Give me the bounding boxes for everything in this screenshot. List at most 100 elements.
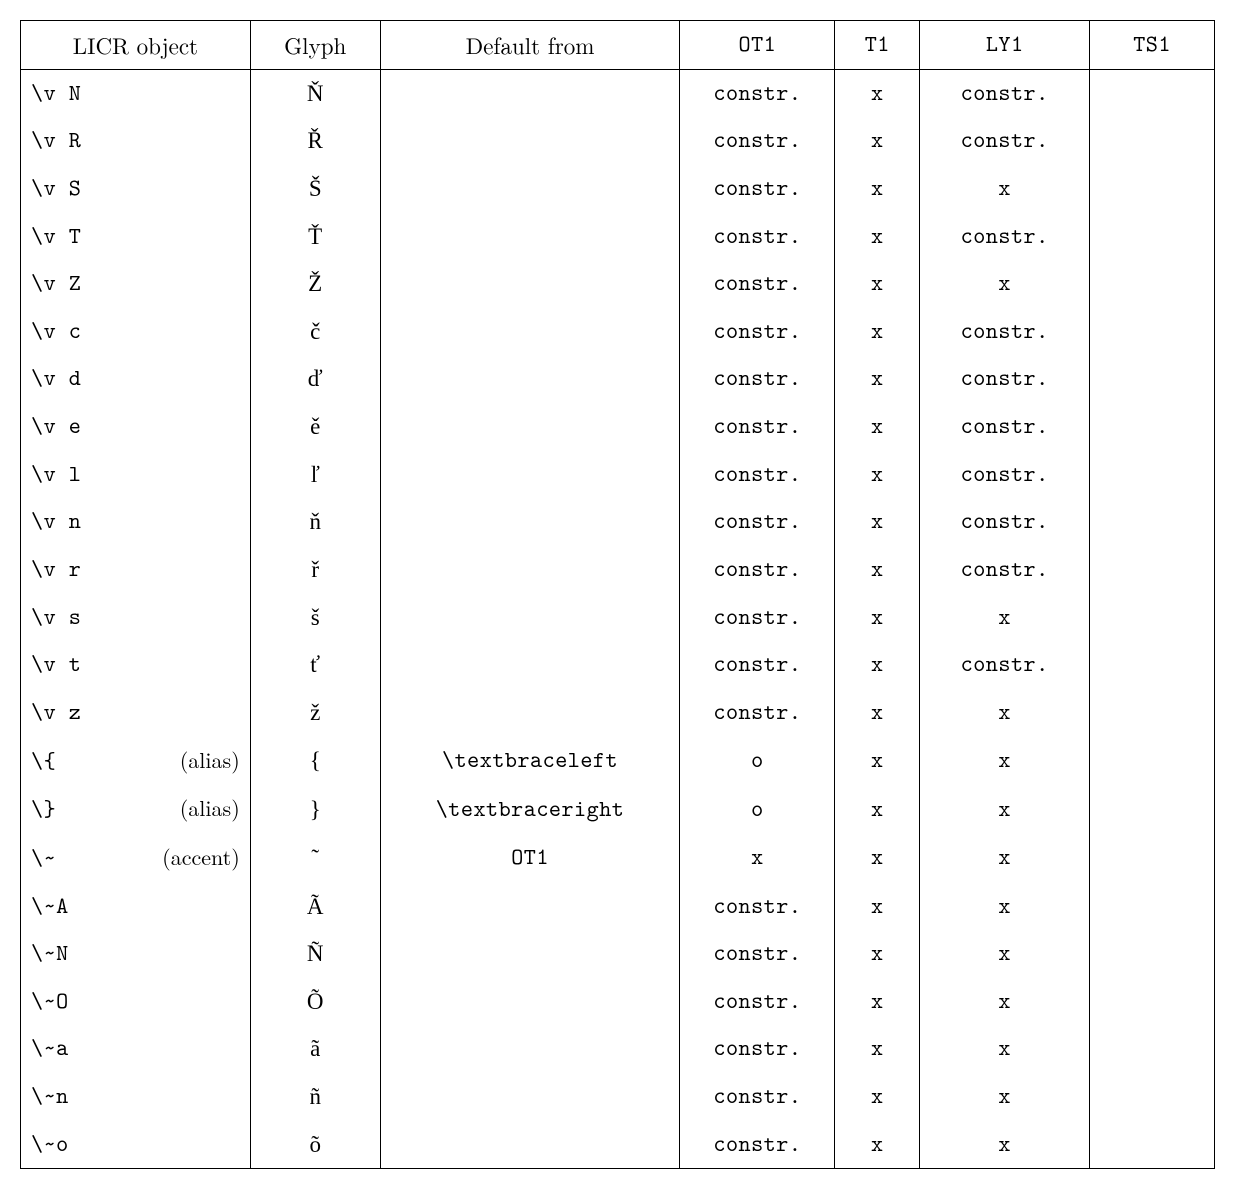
default-from-cell [380,930,680,978]
licr-code: \~n [31,1079,69,1115]
default-from-cell [380,451,680,499]
default-from-cell: OT1 [380,834,680,883]
licr-note: (alias) [180,743,240,777]
table-row: \v rřconstr.xconstr. [21,546,1215,594]
licr-cell: \}(alias) [21,785,251,834]
licr-cell: \v Z [21,260,251,308]
glyph-cell: Ň [250,69,380,117]
t1-cell: x [835,355,920,403]
ot1-cell: o [680,785,835,834]
glyph-cell: ñ [250,1073,380,1121]
table-row: \~oõconstr.xx [21,1121,1215,1169]
table-row: \~AÃconstr.xx [21,883,1215,931]
licr-code: \v z [31,695,81,731]
ts1-cell [1090,260,1215,308]
glyph-cell: ˜ [250,834,380,883]
default-from-cell: \textbraceleft [380,737,680,786]
ly1-cell: constr. [920,498,1090,546]
header-glyph: Glyph [250,21,380,70]
table-row: \v TŤconstr.xconstr. [21,213,1215,261]
default-from-cell [380,641,680,689]
licr-cell: \v N [21,69,251,117]
licr-cell: \v R [21,117,251,165]
ly1-cell: x [920,785,1090,834]
licr-cell: \v T [21,213,251,261]
ot1-cell: constr. [680,883,835,931]
default-from-cell [380,403,680,451]
glyph-cell: ě [250,403,380,451]
ly1-cell: x [920,930,1090,978]
t1-cell: x [835,498,920,546]
ot1-cell: constr. [680,403,835,451]
ts1-cell [1090,1121,1215,1169]
ts1-cell [1090,117,1215,165]
glyph-cell: Ž [250,260,380,308]
ts1-cell [1090,165,1215,213]
licr-cell: \v s [21,594,251,642]
default-from-cell [380,594,680,642]
table-row: \~OÕconstr.xx [21,978,1215,1026]
ly1-cell: constr. [920,451,1090,499]
ts1-cell [1090,1073,1215,1121]
ly1-cell: constr. [920,403,1090,451]
table-row: \v zžconstr.xx [21,689,1215,737]
licr-cell: \v t [21,641,251,689]
ts1-cell [1090,308,1215,356]
ly1-cell: constr. [920,546,1090,594]
ot1-cell: constr. [680,930,835,978]
licr-code: \~a [31,1031,69,1067]
glyph-cell: ž [250,689,380,737]
ot1-cell: o [680,737,835,786]
ts1-cell [1090,546,1215,594]
ts1-cell [1090,785,1215,834]
licr-code: \v t [31,647,81,683]
default-from-cell [380,355,680,403]
ly1-cell: x [920,883,1090,931]
licr-code: \v e [31,409,81,445]
ly1-cell: constr. [920,641,1090,689]
header-row: LICR object Glyph Default from OT1 T1 LY… [21,21,1215,70]
table-row: \v eěconstr.xconstr. [21,403,1215,451]
t1-cell: x [835,594,920,642]
table-row: \v nňconstr.xconstr. [21,498,1215,546]
licr-code: \} [31,792,56,828]
licr-cell: \v e [21,403,251,451]
default-from-cell [380,883,680,931]
t1-cell: x [835,69,920,117]
ly1-cell: constr. [920,213,1090,261]
ly1-cell: x [920,1121,1090,1169]
t1-cell: x [835,546,920,594]
licr-code: \v l [31,457,81,493]
licr-code: \v N [31,76,81,112]
table-row: \v NŇconstr.xconstr. [21,69,1215,117]
table-row: \~(accent)˜OT1xxx [21,834,1215,883]
ts1-cell [1090,213,1215,261]
ly1-cell: x [920,165,1090,213]
ot1-cell: constr. [680,498,835,546]
glyph-cell: ď [250,355,380,403]
ot1-cell: constr. [680,260,835,308]
default-from-cell [380,260,680,308]
licr-code: \~o [31,1127,69,1163]
licr-cell: \{(alias) [21,737,251,786]
t1-cell: x [835,260,920,308]
table-row: \v SŠconstr.xx [21,165,1215,213]
ly1-cell: constr. [920,308,1090,356]
default-from-cell [380,69,680,117]
licr-code: \v S [31,171,81,207]
header-licr: LICR object [21,21,251,70]
licr-cell: \v c [21,308,251,356]
ot1-cell: constr. [680,594,835,642]
table-row: \v RŘconstr.xconstr. [21,117,1215,165]
ly1-cell: x [920,834,1090,883]
header-t1: T1 [835,21,920,70]
licr-code: \v R [31,123,81,159]
default-from-cell [380,978,680,1026]
glyph-cell: { [250,737,380,786]
default-from-cell [380,689,680,737]
t1-cell: x [835,308,920,356]
table-row: \v cčconstr.xconstr. [21,308,1215,356]
licr-cell: \~o [21,1121,251,1169]
ot1-cell: x [680,834,835,883]
licr-cell: \~O [21,978,251,1026]
